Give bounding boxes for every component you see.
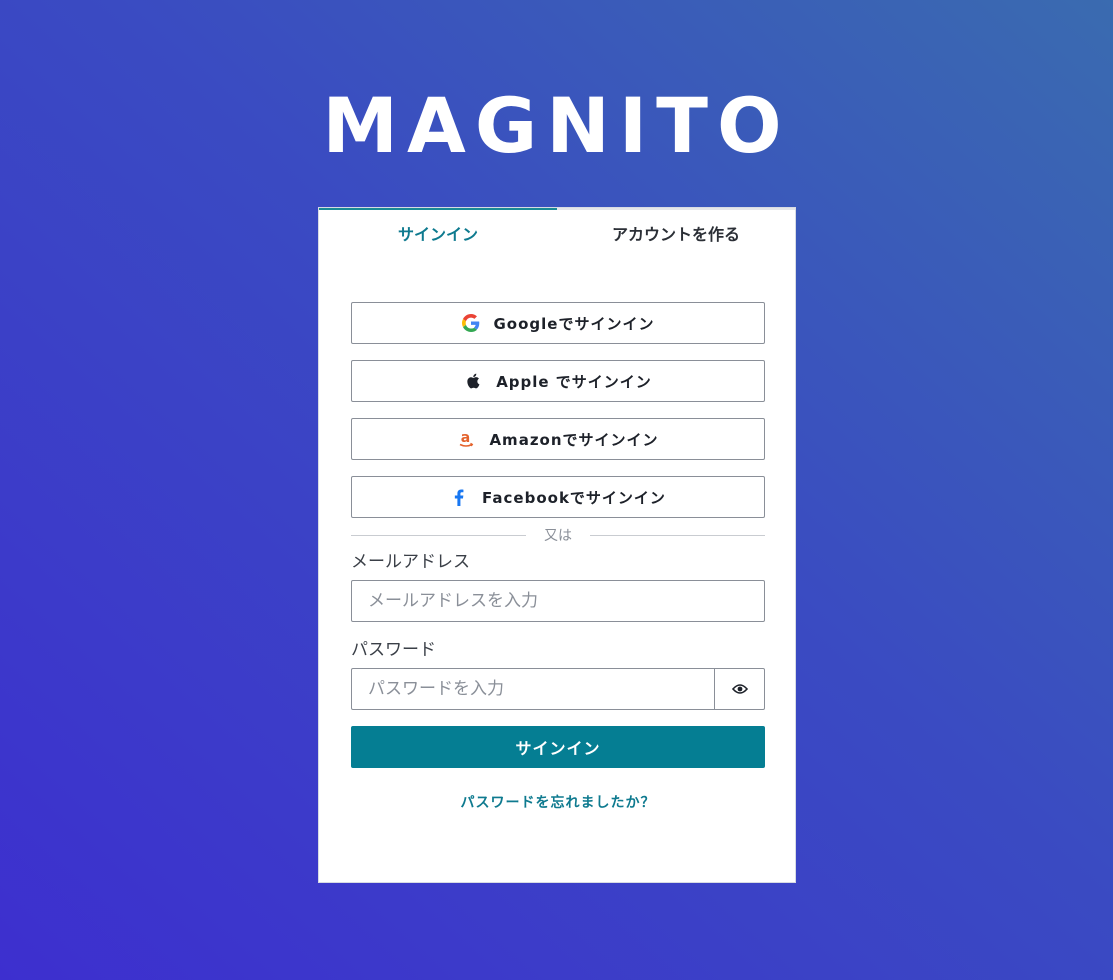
password-label: パスワード [351,640,436,660]
app-logo: MAGNITO [322,81,791,170]
google-icon [461,314,480,332]
amazon-icon: a [457,430,475,448]
password-row [351,668,765,710]
amazon-sign-in-button[interactable]: a Amazonでサインイン [351,418,765,460]
google-sign-in-button[interactable]: Googleでサインイン [351,302,765,344]
facebook-icon [450,488,468,506]
password-input[interactable] [351,668,715,710]
facebook-sign-in-button[interactable]: Facebookでサインイン [351,476,765,518]
show-password-button[interactable] [715,668,765,710]
apple-icon [464,372,482,390]
auth-tabs: サインイン アカウントを作る [319,208,795,260]
amazon-sign-in-label: Amazonでサインイン [489,430,659,449]
forgot-password-link[interactable]: パスワードを忘れましたか？ [351,792,765,812]
auth-card: サインイン アカウントを作る Googleでサインイン Apple でサインイン [318,207,796,883]
apple-sign-in-button[interactable]: Apple でサインイン [351,360,765,402]
auth-form: Googleでサインイン Apple でサインイン a Amazonでサインイン [351,302,765,812]
or-divider: 又は [351,526,765,546]
tab-create-account[interactable]: アカウントを作る [557,208,795,260]
divider-text: 又は [544,528,572,544]
email-label: メールアドレス [351,552,470,572]
facebook-sign-in-label: Facebookでサインイン [482,488,666,507]
tab-sign-in[interactable]: サインイン [319,208,557,260]
divider-line-right [590,535,765,536]
google-sign-in-label: Googleでサインイン [493,314,655,333]
sign-in-submit-button[interactable]: サインイン [351,726,765,768]
svg-text:a: a [461,430,471,446]
apple-sign-in-label: Apple でサインイン [496,372,652,391]
email-input[interactable] [351,580,765,622]
eye-icon [731,680,748,699]
